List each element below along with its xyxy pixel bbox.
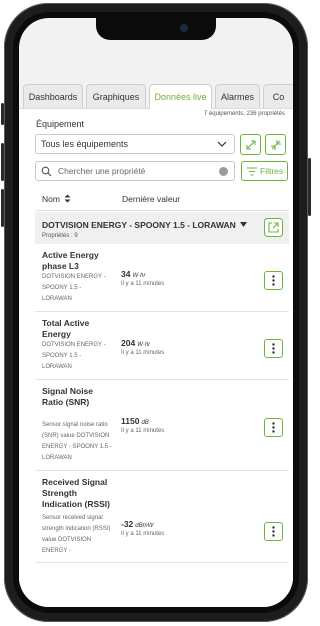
property-name: Active Energy phase L3 <box>42 250 99 271</box>
column-last-value-header: Dernière valeur <box>122 194 181 204</box>
value-timestamp: Il y a 11 minutes <box>121 428 165 434</box>
tab-alarmes[interactable]: Alarmes <box>215 84 260 108</box>
table-row: Total Active Energy DOTVISION ENERGY - S… <box>35 312 289 380</box>
tab-dashboards[interactable]: Dashboards <box>23 84 83 108</box>
notch <box>96 18 216 40</box>
property-description: DOTVISION ENERGY - SPOONY 1.5 - LORAWAN <box>42 274 106 302</box>
value-number: -32 <box>121 519 134 529</box>
expand-icon <box>245 139 256 150</box>
value-timestamp: Il y a 11 minutes <box>121 350 165 356</box>
collapse-button[interactable] <box>265 134 286 155</box>
property-description: DOTVISION ENERGY - SPOONY 1.5 - LORAWAN <box>42 342 106 370</box>
equipment-select[interactable]: Tous les équipements <box>35 134 235 154</box>
filter-icon <box>247 167 257 176</box>
volume-down-button <box>1 189 4 227</box>
equipment-select-value: Tous les équipements <box>41 139 129 149</box>
column-name-label: Nom <box>42 194 60 204</box>
tab-more[interactable]: Co <box>263 84 293 108</box>
value-number: 204 <box>121 338 136 348</box>
live-data-panel: Dashboards Graphiques Données live Alarm… <box>19 70 293 607</box>
value-number: 34 <box>121 269 131 279</box>
group-name: DOTVISION ENERGY - SPOONY 1.5 - LORAWAN <box>42 220 248 230</box>
chevron-down-icon <box>217 141 227 147</box>
sort-icon <box>64 194 71 203</box>
property-value: 34 W·hr <box>121 269 145 279</box>
mute-switch <box>1 103 4 125</box>
value-unit: W·hr <box>132 273 146 279</box>
equipment-group-header[interactable]: DOTVISION ENERGY - SPOONY 1.5 - LORAWAN … <box>35 212 289 244</box>
tab-bar: Dashboards Graphiques Données live Alarm… <box>19 70 293 109</box>
equipment-label: Équipement <box>36 119 85 129</box>
clear-icon[interactable] <box>219 167 228 176</box>
filter-button[interactable]: Filtres <box>241 161 288 181</box>
tab-donnees-live[interactable]: Données live <box>149 84 212 109</box>
row-menu-button[interactable] <box>264 522 283 541</box>
expand-button[interactable] <box>240 134 261 155</box>
group-name-text: DOTVISION ENERGY - SPOONY 1.5 - LORAWAN <box>42 220 236 230</box>
external-link-icon[interactable] <box>264 218 283 237</box>
property-description: Sensor received signal strength indicati… <box>42 515 111 554</box>
power-button <box>308 158 311 216</box>
volume-up-button <box>1 143 4 181</box>
search-icon <box>41 166 52 177</box>
kebab-menu-icon <box>272 422 275 433</box>
value-timestamp: Il y a 11 minutes <box>121 281 165 287</box>
table-row: Received Signal Strength Indication (RSS… <box>35 471 289 563</box>
kebab-menu-icon <box>272 526 275 537</box>
row-menu-button[interactable] <box>264 339 283 358</box>
search-input[interactable]: Chercher une propriété <box>35 161 235 181</box>
table-row: Signal Noise Ratio (SNR) Sensor signal n… <box>35 380 289 471</box>
table-row: Active Energy phase L3 DOTVISION ENERGY … <box>35 244 289 312</box>
caret-down-icon <box>240 222 248 227</box>
tab-graphiques[interactable]: Graphiques <box>86 84 146 108</box>
property-description: Sensor signal noise ratio (SNR) value DO… <box>42 422 112 461</box>
property-name: Total Active Energy <box>42 318 90 339</box>
filter-label: Filtres <box>260 166 284 176</box>
kebab-menu-icon <box>272 275 275 286</box>
collapse-icon <box>270 139 281 150</box>
value-unit: dBmW <box>135 523 154 529</box>
value-unit: dB <box>141 420 149 426</box>
property-value: 1150 dB <box>121 416 149 426</box>
row-menu-button[interactable] <box>264 418 283 437</box>
property-value: 204 W·hr <box>121 338 150 348</box>
row-menu-button[interactable] <box>264 271 283 290</box>
value-unit: W·hr <box>137 342 151 348</box>
device-screen: Dashboards Graphiques Données live Alarm… <box>19 18 293 607</box>
value-number: 1150 <box>121 416 140 426</box>
camera-icon <box>180 24 188 32</box>
header-divider <box>35 210 289 211</box>
property-value: -32 dBmW <box>121 519 153 529</box>
group-properties-count: Propriétés : 9 <box>42 233 78 239</box>
column-name-header[interactable]: Nom <box>42 194 71 204</box>
property-name: Received Signal Strength Indication (RSS… <box>42 477 110 509</box>
kebab-menu-icon <box>272 343 275 354</box>
search-placeholder: Chercher une propriété <box>58 166 146 176</box>
value-timestamp: Il y a 11 minutes <box>121 531 165 537</box>
equipment-count: 7 équipements, 236 propriétés <box>203 111 285 117</box>
property-name: Signal Noise Ratio (SNR) <box>42 386 94 407</box>
